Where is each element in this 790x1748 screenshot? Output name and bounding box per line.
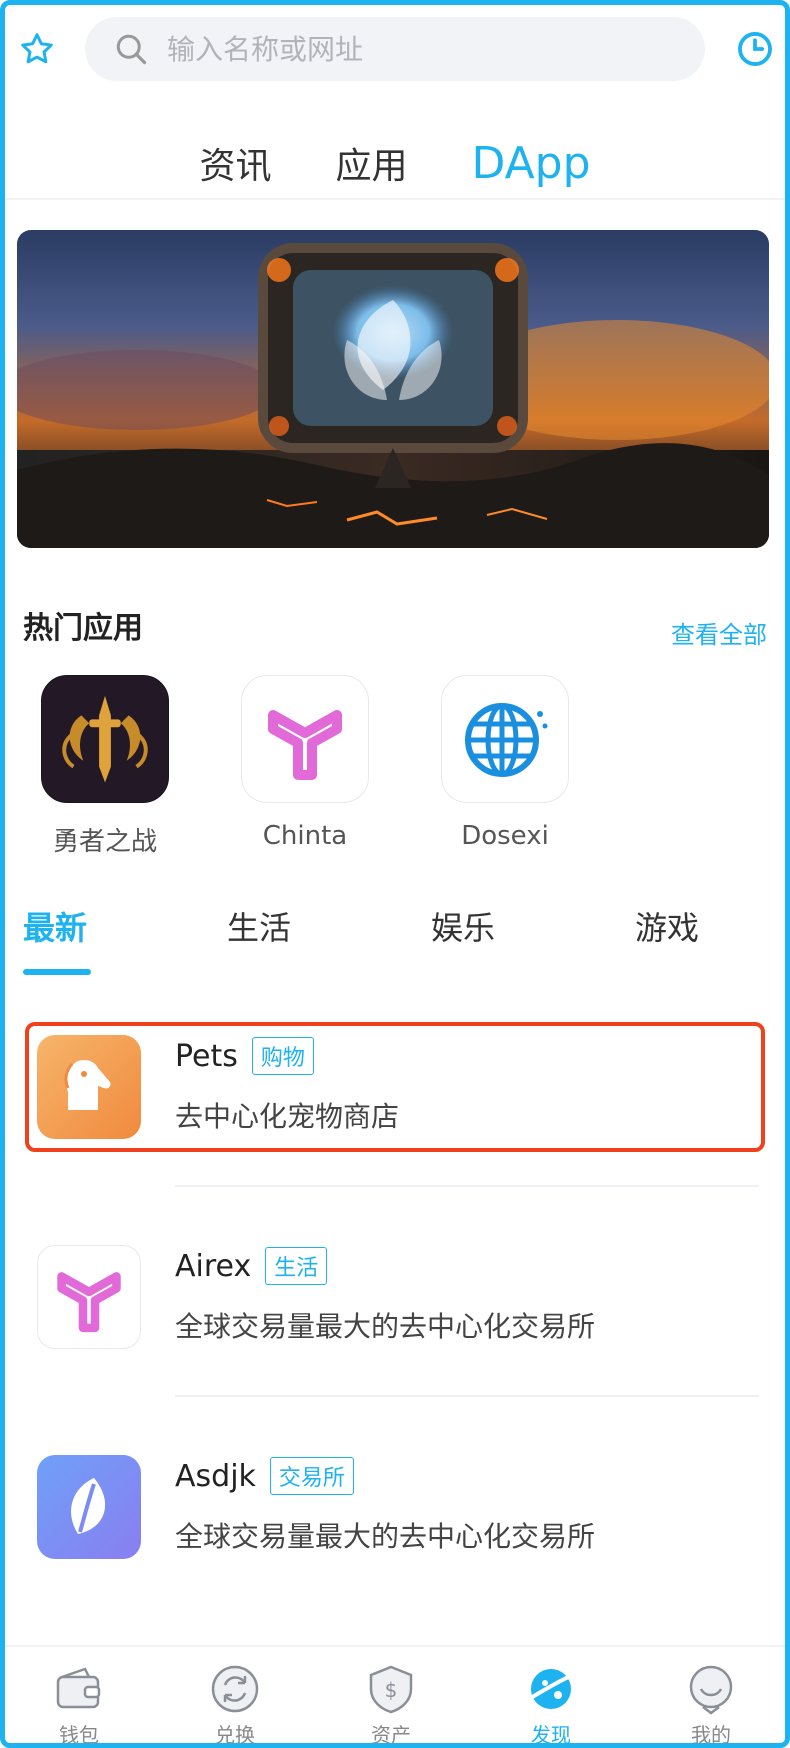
hot-app-item[interactable]: 勇者之战: [25, 675, 185, 858]
nav-label: 钱包: [59, 1723, 99, 1747]
leaf-icon: [37, 1455, 141, 1559]
search-bar[interactable]: [85, 17, 705, 81]
nav-label: 我的: [691, 1723, 731, 1747]
wallet-icon: [51, 1661, 107, 1717]
main-tabs: 资讯 应用 DApp: [5, 115, 785, 195]
nav-wallet[interactable]: 钱包: [29, 1647, 129, 1747]
category-tabs: 最新 生活 娱乐 游戏: [5, 903, 785, 973]
search-input[interactable]: [167, 32, 627, 66]
y-logo-icon: [241, 675, 369, 803]
hot-app-name: Chinta: [262, 821, 348, 851]
profile-icon: [683, 1661, 739, 1717]
tab-games[interactable]: 游戏: [635, 903, 699, 949]
top-bar: [5, 5, 785, 95]
exchange-icon: [207, 1661, 263, 1717]
item-description: 全球交易量最大的去中心化交易所: [175, 1310, 596, 1343]
globe-icon: [441, 675, 569, 803]
nav-label: 兑换: [215, 1723, 255, 1747]
tab-apps[interactable]: 应用: [335, 137, 407, 195]
bottom-navigation: 钱包 兑换 $ 资产 发现 我的: [5, 1645, 785, 1747]
list-item[interactable]: Pets 购物 去中心化宠物商店: [25, 1027, 765, 1147]
hot-apps-row: 勇者之战 Chinta Dosexi: [25, 675, 765, 865]
separator: [175, 1395, 759, 1397]
active-tab-indicator: [23, 969, 91, 975]
category-tag: 交易所: [269, 1457, 354, 1495]
item-title: Airex: [175, 1248, 252, 1284]
hot-apps-title: 热门应用: [23, 611, 143, 646]
tab-life[interactable]: 生活: [227, 903, 291, 949]
item-description: 全球交易量最大的去中心化交易所: [175, 1520, 596, 1553]
list-item[interactable]: Asdjk 交易所 全球交易量最大的去中心化交易所: [25, 1447, 765, 1567]
item-description: 去中心化宠物商店: [175, 1100, 400, 1133]
hot-app-item[interactable]: Dosexi: [425, 675, 585, 851]
nav-profile[interactable]: 我的: [661, 1647, 761, 1747]
promo-banner[interactable]: [17, 230, 769, 548]
search-icon: [116, 34, 147, 65]
divider: [5, 198, 785, 200]
app-frame: 资讯 应用 DApp: [0, 0, 790, 1748]
see-all-link[interactable]: 查看全部: [671, 615, 767, 650]
tab-dapp[interactable]: DApp: [471, 138, 590, 195]
planet-icon: [523, 1661, 579, 1717]
hot-app-item[interactable]: Chinta: [225, 675, 385, 851]
category-tag: 生活: [265, 1247, 328, 1285]
sword-emblem-icon: [41, 675, 169, 803]
svg-text:$: $: [385, 1678, 398, 1702]
nav-discover[interactable]: 发现: [501, 1647, 601, 1747]
item-title: Asdjk: [175, 1458, 256, 1494]
nav-label: 资产: [371, 1723, 411, 1747]
item-title: Pets: [175, 1038, 238, 1074]
clock-icon[interactable]: [731, 25, 779, 73]
nav-assets[interactable]: $ 资产: [341, 1647, 441, 1747]
y-logo-icon: [37, 1245, 141, 1349]
nav-exchange[interactable]: 兑换: [185, 1647, 285, 1747]
star-icon[interactable]: [15, 27, 59, 71]
tab-news[interactable]: 资讯: [199, 137, 271, 195]
hot-app-name: 勇者之战: [52, 827, 157, 857]
hot-app-name: Dosexi: [461, 821, 549, 851]
category-tag: 购物: [251, 1037, 314, 1075]
dog-icon: [37, 1035, 141, 1139]
tab-entertainment[interactable]: 娱乐: [431, 903, 495, 949]
list-item[interactable]: Airex 生活 全球交易量最大的去中心化交易所: [25, 1237, 765, 1357]
tab-latest[interactable]: 最新: [23, 903, 87, 949]
nav-label: 发现: [531, 1723, 571, 1747]
shield-dollar-icon: $: [363, 1661, 419, 1717]
separator: [175, 1185, 759, 1187]
